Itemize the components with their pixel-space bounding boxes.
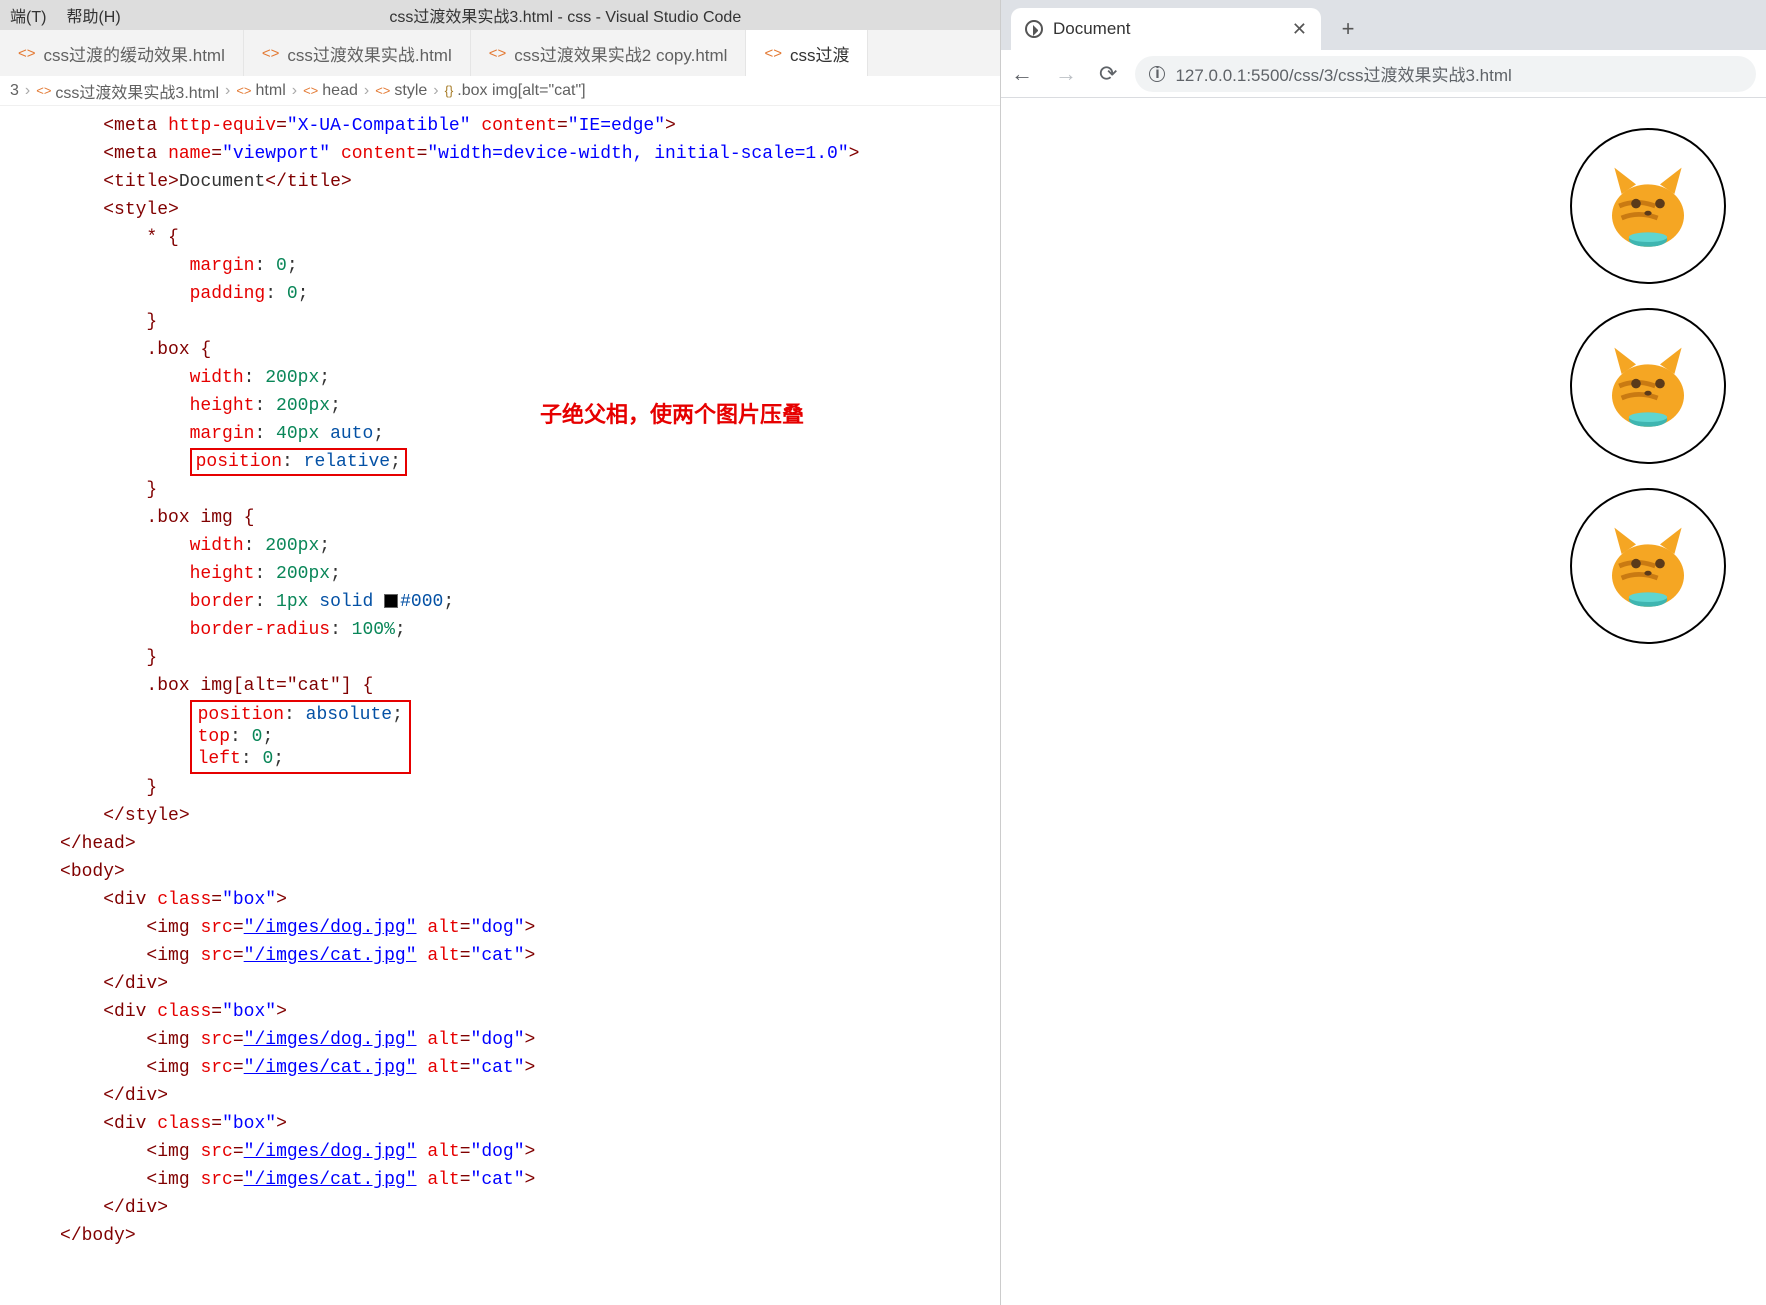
tab-label: css过渡 bbox=[790, 41, 850, 66]
tab-label: css过渡效果实战2 copy.html bbox=[514, 41, 727, 66]
css-rule-icon: {} bbox=[445, 83, 454, 98]
cat-image-3 bbox=[1570, 488, 1726, 644]
tab-2[interactable]: <> css过渡效果实战2 copy.html bbox=[471, 30, 747, 76]
highlighted-box-2: position: absolute;top: 0;left: 0; bbox=[190, 700, 411, 774]
globe-icon bbox=[1025, 20, 1043, 38]
crumb-0[interactable]: 3 bbox=[10, 82, 19, 100]
chevron-right-icon: › bbox=[25, 82, 30, 100]
tag-icon: <> bbox=[375, 83, 390, 98]
highlighted-box-1: position: relative; bbox=[190, 448, 407, 476]
html-file-icon: <> bbox=[18, 45, 36, 62]
tab-label: css过渡效果实战.html bbox=[287, 41, 451, 66]
crumb-1[interactable]: <>css过渡效果实战3.html bbox=[36, 79, 219, 103]
annotation-text: 子绝父相，使两个图片压叠 bbox=[540, 401, 804, 429]
color-swatch-icon bbox=[384, 594, 398, 608]
close-tab-icon[interactable]: ✕ bbox=[1282, 19, 1307, 40]
tab-title: Document bbox=[1053, 19, 1130, 39]
crumb-3[interactable]: <>head bbox=[303, 82, 358, 100]
window-title: css过渡效果实战3.html - css - Visual Studio Co… bbox=[131, 3, 1000, 27]
chevron-right-icon: › bbox=[364, 82, 369, 100]
html-file-icon: <> bbox=[489, 45, 507, 62]
browser-toolbar: ← → ⟳ i 127.0.0.1:5500/css/3/css过渡效果实战3.… bbox=[1001, 50, 1766, 98]
chevron-right-icon: › bbox=[225, 82, 230, 100]
html-file-icon: <> bbox=[36, 83, 51, 98]
cat-image-2 bbox=[1570, 308, 1726, 464]
url-text: 127.0.0.1:5500/css/3/css过渡效果实战3.html bbox=[1175, 61, 1511, 86]
browser-tabstrip: Document ✕ + bbox=[1001, 0, 1766, 50]
new-tab-button[interactable]: + bbox=[1331, 12, 1365, 46]
menu-help[interactable]: 帮助(H) bbox=[56, 3, 130, 27]
vscode-window: 端(T) 帮助(H) css过渡效果实战3.html - css - Visua… bbox=[0, 0, 1000, 1305]
reload-button[interactable]: ⟳ bbox=[1099, 61, 1117, 87]
nav-buttons: ← → ⟳ bbox=[1011, 61, 1117, 87]
breadcrumb: 3 › <>css过渡效果实战3.html › <>html › <>head › <>… bbox=[0, 76, 1000, 106]
site-info-icon[interactable]: i bbox=[1149, 66, 1165, 82]
address-bar[interactable]: i 127.0.0.1:5500/css/3/css过渡效果实战3.html bbox=[1135, 56, 1756, 92]
crumb-2[interactable]: <>html bbox=[236, 82, 285, 100]
html-file-icon: <> bbox=[262, 45, 280, 62]
tab-label: css过渡的缓动效果.html bbox=[44, 41, 225, 66]
vscode-menubar: 端(T) 帮助(H) css过渡效果实战3.html - css - Visua… bbox=[0, 0, 1000, 30]
tab-1[interactable]: <> css过渡效果实战.html bbox=[244, 30, 471, 76]
code-editor[interactable]: 子绝父相，使两个图片压叠 <meta http-equiv="X-UA-Comp… bbox=[0, 106, 1000, 1250]
tag-icon: <> bbox=[236, 83, 251, 98]
tag-icon: <> bbox=[303, 83, 318, 98]
forward-button[interactable]: → bbox=[1055, 61, 1077, 87]
browser-tab[interactable]: Document ✕ bbox=[1011, 8, 1321, 50]
menu-terminal[interactable]: 端(T) bbox=[0, 3, 56, 27]
cat-image-1 bbox=[1570, 128, 1726, 284]
page-content bbox=[1001, 98, 1766, 644]
editor-tabs: <> css过渡的缓动效果.html <> css过渡效果实战.html <> css… bbox=[0, 30, 1000, 76]
html-file-icon: <> bbox=[764, 45, 782, 62]
chevron-right-icon: › bbox=[433, 82, 438, 100]
crumb-4[interactable]: <>style bbox=[375, 82, 427, 100]
tab-0[interactable]: <> css过渡的缓动效果.html bbox=[0, 30, 244, 76]
crumb-5[interactable]: {}.box img[alt="cat"] bbox=[445, 82, 586, 100]
back-button[interactable]: ← bbox=[1011, 61, 1033, 87]
browser-window: Document ✕ + ← → ⟳ i 127.0.0.1:5500/css/… bbox=[1000, 0, 1766, 1305]
chevron-right-icon: › bbox=[292, 82, 297, 100]
tab-3[interactable]: <> css过渡 bbox=[746, 30, 868, 76]
